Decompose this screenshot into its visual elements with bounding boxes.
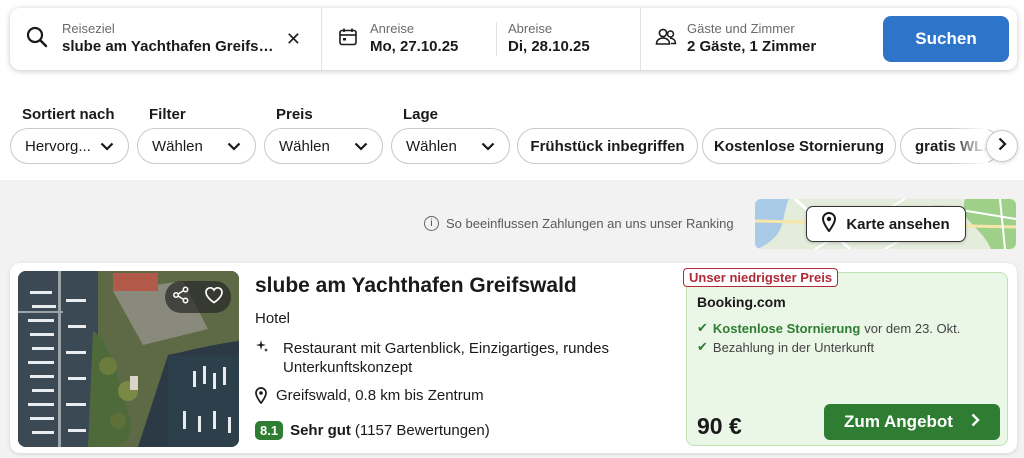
hotel-location-text: Greifswald, 0.8 km bis Zentrum <box>276 387 484 404</box>
destination-label: Reiseziel <box>62 21 115 36</box>
guests-icon <box>655 27 677 52</box>
search-button[interactable]: Suchen <box>883 16 1009 62</box>
location-value: Wählen <box>406 137 457 155</box>
price-group: Preis <box>276 106 313 124</box>
check-icon: ✔ <box>697 339 708 354</box>
chevron-right-icon <box>971 413 980 431</box>
checkin-field[interactable]: Anreise Mo, 27.10.25 <box>370 21 458 57</box>
guests-text: Gäste und Zimmer 2 Gäste, 1 Zimmer <box>687 21 816 57</box>
destination-value[interactable]: slube am Yachthafen Greifswald <box>62 37 274 57</box>
header-area: Reiseziel slube am Yachthafen Greifswald… <box>0 0 1024 180</box>
view-offer-button[interactable]: Zum Angebot <box>824 404 1000 440</box>
hotel-rating[interactable]: 8.1 Sehr gut (1157 Bewertungen) <box>255 421 490 440</box>
sort-group: Sortiert nach <box>22 106 115 124</box>
guests-rooms-field[interactable]: Gäste und Zimmer 2 Gäste, 1 Zimmer <box>641 8 879 70</box>
sort-value: Hervorg... <box>25 137 91 155</box>
perk-pay-at-property: ✔ Bezahlung in der Unterkunft <box>697 339 874 355</box>
chevron-right-icon <box>998 137 1007 155</box>
search-bar: Reiseziel slube am Yachthafen Greifswald… <box>10 8 1017 70</box>
destination-field[interactable]: Reiseziel slube am Yachthafen Greifswald… <box>10 8 321 70</box>
date-range-field[interactable]: Anreise Mo, 27.10.25 Abreise Di, 28.10.2… <box>322 8 640 70</box>
ranking-info-text: So beeinflussen Zahlungen an uns unser R… <box>446 216 734 231</box>
chevron-down-icon <box>100 139 114 154</box>
sort-title: Sortiert nach <box>22 106 115 123</box>
check-icon: ✔ <box>697 320 708 335</box>
hotel-type: Hotel <box>255 310 291 327</box>
perk1-rest: vor dem 23. Okt. <box>864 320 961 336</box>
map-pin-icon <box>822 211 837 236</box>
location-group: Lage <box>403 106 438 124</box>
filter-group: Filter <box>149 106 186 124</box>
chip-free-cancellation[interactable]: Kostenlose Stornierung <box>702 128 896 164</box>
perk2-text: Bezahlung in der Unterkunft <box>712 339 875 355</box>
destination-text: Reiseziel slube am Yachthafen Greifswald <box>62 21 274 57</box>
view-offer-label: Zum Angebot <box>844 412 953 431</box>
view-map-label: Karte ansehen <box>846 215 950 233</box>
chevron-down-icon <box>354 139 368 154</box>
sparkle-icon <box>255 339 273 377</box>
scroll-fade <box>950 126 988 166</box>
chevron-down-icon <box>481 139 495 154</box>
price-title: Preis <box>276 106 313 123</box>
rating-count: (1157 Bewertungen) <box>354 422 490 439</box>
hotel-card[interactable]: slube am Yachthafen Greifswald Hotel Res… <box>10 263 1017 453</box>
perk1-highlight: Kostenlose Stornierung <box>712 320 861 336</box>
checkout-value: Di, 28.10.25 <box>508 38 590 55</box>
filter-title: Filter <box>149 106 186 123</box>
chip-breakfast-included[interactable]: Frühstück inbegriffen <box>517 128 698 164</box>
hotel-feature: Restaurant mit Gartenblick, Einzigartige… <box>255 339 635 377</box>
price-dropdown[interactable]: Wählen <box>264 128 383 164</box>
location-dropdown[interactable]: Wählen <box>391 128 510 164</box>
rating-word: Sehr gut <box>290 422 351 439</box>
scroll-right-button[interactable] <box>986 130 1018 162</box>
location-title: Lage <box>403 106 439 123</box>
chevron-down-icon <box>227 139 241 154</box>
offer-provider: Booking.com <box>697 294 786 310</box>
checkin-label: Anreise <box>370 21 415 36</box>
offer-price: 90 € <box>697 413 742 439</box>
checkout-label: Abreise <box>508 21 553 36</box>
calendar-icon <box>338 27 358 52</box>
clear-destination-icon[interactable]: ✕ <box>286 29 301 50</box>
hotel-feature-text: Restaurant mit Gartenblick, Einzigartige… <box>283 340 609 376</box>
checkout-field[interactable]: Abreise Di, 28.10.25 <box>508 21 590 57</box>
hotel-photo[interactable] <box>18 271 239 447</box>
info-icon: i <box>424 216 439 231</box>
filter-value: Wählen <box>152 137 203 155</box>
lowest-price-badge: Unser niedrigster Preis <box>683 268 839 287</box>
filter-dropdown[interactable]: Wählen <box>137 128 256 164</box>
guests-label: Gäste und Zimmer <box>687 21 795 36</box>
price-value: Wählen <box>279 137 330 155</box>
ranking-info-link[interactable]: i So beeinflussen Zahlungen an uns unser… <box>424 216 734 231</box>
share-icon[interactable] <box>172 286 190 309</box>
offer-box[interactable]: Booking.com ✔ Kostenlose Stornierung vor… <box>686 272 1008 446</box>
sort-dropdown[interactable]: Hervorg... <box>10 128 129 164</box>
location-pin-icon <box>255 387 267 404</box>
perk-free-cancellation: ✔ Kostenlose Stornierung vor dem 23. Okt… <box>697 320 960 336</box>
checkin-value: Mo, 27.10.25 <box>370 38 459 55</box>
divider <box>496 22 497 56</box>
rating-score-badge: 8.1 <box>255 421 284 440</box>
hotel-name[interactable]: slube am Yachthafen Greifswald <box>255 273 577 299</box>
heart-icon[interactable] <box>204 286 224 309</box>
photo-actions <box>165 281 231 313</box>
guests-value: 2 Gäste, 1 Zimmer <box>687 38 817 55</box>
hotel-location: Greifswald, 0.8 km bis Zentrum <box>255 387 484 404</box>
view-map-button[interactable]: Karte ansehen <box>806 206 966 242</box>
search-icon <box>26 26 48 53</box>
